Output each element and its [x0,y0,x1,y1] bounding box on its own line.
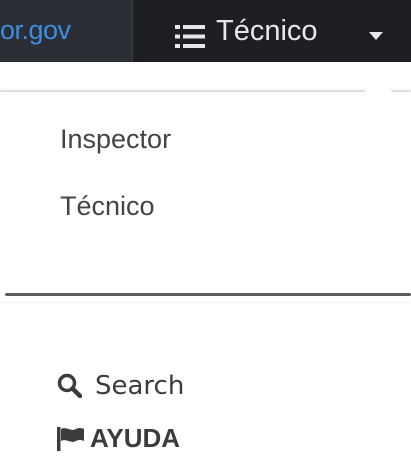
help-label[interactable]: AYUDA [90,422,180,454]
role-toggle-label[interactable]: Técnico [216,14,318,48]
site-home-link[interactable]: or.gov [0,0,133,62]
search-label[interactable]: Search [95,370,184,402]
site-link-text[interactable]: or.gov [0,14,71,46]
search-icon [57,373,82,398]
caret-down-icon[interactable] [369,32,383,40]
menu-item-tecnico[interactable]: Técnico [60,190,155,222]
menu-item-inspector[interactable]: Inspector [60,123,171,155]
menu-divider [5,293,411,296]
list-icon [175,25,205,48]
role-dropdown-toggle[interactable]: Técnico [133,0,411,62]
page: or.gov Técnico Inspector Técnico Search [0,0,411,468]
dropdown-pointer-arrow [363,78,393,93]
role-dropdown-menu: Inspector Técnico [0,92,411,302]
flag-icon [57,427,84,451]
top-navbar: or.gov Técnico [0,0,411,62]
